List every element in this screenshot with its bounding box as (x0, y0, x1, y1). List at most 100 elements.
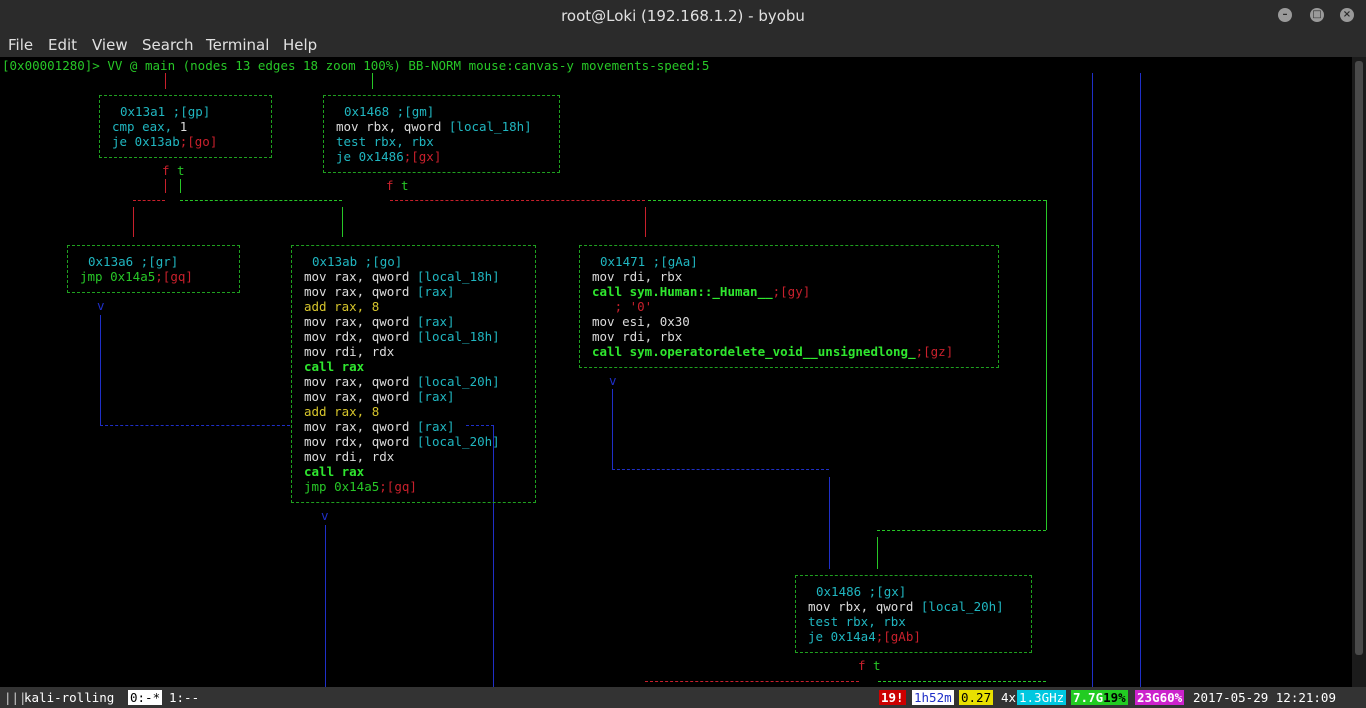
edge-line (878, 681, 1046, 682)
operand: [local_20h] (416, 374, 500, 389)
load-average: 0.27 (959, 690, 994, 705)
session-name: kali-rolling (24, 690, 115, 705)
menu-file[interactable]: File (8, 36, 33, 54)
memory-used: 19% (1103, 690, 1126, 705)
operand: [local_20h] (416, 434, 500, 449)
edge-label-false: f (386, 178, 394, 193)
edge-arrow: v (609, 373, 617, 388)
graph-node-0x13a6[interactable]: 0x13a6 ;[gr] jmp 0x14a5;[gq] (67, 245, 240, 293)
disk-total: 23G (1137, 690, 1160, 705)
menu-bar: File Edit View Search Terminal Help (0, 32, 1366, 57)
instruction: jmp 0x14a5 (304, 479, 380, 494)
instruction: test rbx, rbx (336, 134, 434, 149)
edge-line (1140, 73, 1141, 687)
instruction: mov rdx, qword (304, 434, 417, 449)
edge-line (612, 469, 829, 470)
edge-label-false: f (162, 163, 170, 178)
scrollbar-thumb[interactable] (1355, 61, 1363, 655)
menu-terminal[interactable]: Terminal (206, 36, 269, 54)
instruction: mov rbx, qword (336, 119, 449, 134)
menu-edit[interactable]: Edit (48, 36, 77, 54)
operand: [local_18h] (416, 329, 500, 344)
edge-line (100, 315, 101, 425)
edge-line (645, 207, 646, 237)
instruction: mov rdi, rdx (304, 344, 395, 359)
jump-ref: ;[gz] (915, 344, 954, 359)
graph-node-0x1486[interactable]: 0x1486 ;[gx] mov rbx, qword [local_20h] … (795, 575, 1032, 653)
instruction: mov rax, qword (304, 284, 417, 299)
graph-node-0x1471[interactable]: 0x1471 ;[gAa] mov rdi, rbx call sym.Huma… (579, 245, 999, 368)
node-address: 0x1471 ;[gAa] (600, 254, 698, 269)
edge-label-false: f (858, 658, 866, 673)
node-address: 0x1486 ;[gx] (816, 584, 907, 599)
edge-line (372, 73, 373, 89)
instruction: je 0x14a4 (808, 629, 876, 644)
operand: [rax] (416, 419, 455, 434)
operand: [local_18h] (416, 269, 500, 284)
jump-ref: ;[gq] (379, 479, 417, 494)
edge-line (1046, 200, 1047, 530)
instruction: call sym.operatordelete_void__unsignedlo… (592, 344, 916, 359)
graph-node-0x13a1[interactable]: 0x13a1 ;[gp] cmp eax, 1 je 0x13ab;[go] (99, 95, 272, 158)
window-tab[interactable]: 1:-- (169, 687, 199, 708)
instruction: mov rax, qword (304, 269, 417, 284)
jump-ref: ;[gy] (772, 284, 811, 299)
window-tab-active[interactable]: 0:-* (128, 690, 163, 705)
r2-prompt-line: [0x00001280]> VV @ main (nodes 13 edges … (2, 58, 710, 73)
node-address: 0x13a1 ;[gp] (120, 104, 211, 119)
edge-line (342, 207, 343, 237)
instruction: mov rax, qword (304, 314, 417, 329)
instruction: call rax (304, 464, 365, 479)
jump-ref: ;[gq] (155, 269, 193, 284)
edge-line (645, 681, 859, 682)
operand: [rax] (416, 314, 455, 329)
edge-line (390, 200, 645, 201)
edge-line (165, 73, 166, 89)
menu-help[interactable]: Help (283, 36, 317, 54)
edge-line (100, 425, 290, 426)
terminal-scrollbar[interactable] (1352, 57, 1366, 687)
instruction: je 0x13ab (112, 134, 180, 149)
menu-view[interactable]: View (92, 36, 128, 54)
operand: [local_18h] (448, 119, 532, 134)
edge-line (133, 207, 134, 237)
instruction: je 0x1486 (336, 149, 404, 164)
menu-search[interactable]: Search (142, 36, 194, 54)
graph-node-0x1468[interactable]: 0x1468 ;[gm] mov rbx, qword [local_18h] … (323, 95, 560, 173)
edge-line (165, 179, 166, 193)
terminal-area[interactable]: [0x00001280]> VV @ main (nodes 13 edges … (0, 57, 1352, 687)
edge-line (180, 200, 342, 201)
edge-line (877, 530, 1046, 531)
edge-line (133, 200, 165, 201)
cpu-frequency: 1.3GHz (1017, 690, 1067, 705)
instruction: call rax (304, 359, 365, 374)
graph-node-0x13ab[interactable]: 0x13ab ;[go] mov rax, qword [local_18h] … (291, 245, 536, 503)
instruction: mov rdx, qword (304, 329, 417, 344)
edge-label-true: t (401, 178, 409, 193)
comment: ; '0' (592, 299, 653, 314)
close-icon[interactable]: × (1340, 8, 1354, 22)
maximize-icon[interactable]: □ (1310, 8, 1324, 22)
instruction: call sym.Human::_Human__ (592, 284, 773, 299)
edge-line (648, 200, 1046, 201)
byobu-status-bar: ||| kali-rolling 0:-* 1:-- 19! 1h52m 0.2… (0, 687, 1366, 708)
jump-ref: ;[gx] (403, 149, 442, 164)
instruction: mov esi, 0x30 (592, 314, 690, 329)
minimize-icon[interactable]: – (1278, 8, 1292, 22)
instruction: mov rdi, rdx (304, 449, 395, 464)
instruction: jmp 0x14a5 (80, 269, 156, 284)
updates-badge: 19! (879, 690, 906, 705)
edge-line (1092, 73, 1093, 687)
instruction: mov rbx, qword (808, 599, 921, 614)
edge-arrow: v (321, 508, 329, 523)
edge-line (180, 179, 181, 193)
edge-label-true: t (177, 163, 185, 178)
instruction: test rbx, rbx (808, 614, 906, 629)
operand: [rax] (416, 389, 455, 404)
memory-total: 7.7G (1073, 690, 1104, 705)
node-address: 0x1468 ;[gm] (344, 104, 435, 119)
window-title: root@Loki (192.168.1.2) - byobu (561, 7, 805, 25)
edge-arrow: v (97, 298, 105, 313)
datetime: 2017-05-29 12:21:09 (1193, 690, 1336, 705)
uptime: 1h52m (912, 690, 954, 705)
